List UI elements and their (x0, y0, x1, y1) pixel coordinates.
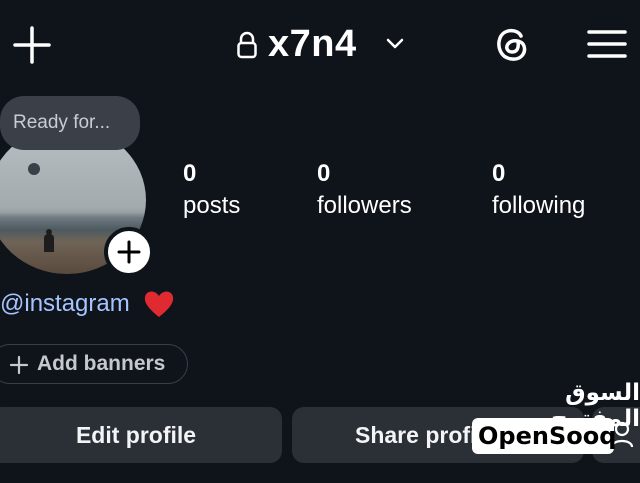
stat-posts[interactable]: 0 posts (183, 160, 240, 220)
threads-icon[interactable] (492, 24, 532, 64)
stat-value: 0 (317, 160, 331, 187)
stat-value: 0 (183, 160, 197, 187)
plus-icon (13, 26, 51, 64)
add-banners-button[interactable]: Add banners (0, 344, 188, 384)
chevron-down-icon[interactable] (384, 35, 406, 53)
hamburger-menu-icon[interactable] (586, 26, 628, 62)
plus-icon (9, 355, 29, 375)
lock-icon (236, 31, 258, 59)
add-story-button[interactable] (104, 227, 154, 277)
note-bubble-tail (28, 163, 40, 175)
heart-icon (143, 289, 175, 319)
stat-following[interactable]: 0 following (492, 160, 585, 220)
stat-label: followers (317, 192, 412, 219)
create-button[interactable] (12, 25, 52, 65)
username-title[interactable]: x7n4 (268, 22, 357, 66)
stat-value: 0 (492, 160, 506, 187)
stat-followers[interactable]: 0 followers (317, 160, 412, 220)
note-bubble[interactable]: Ready for... (0, 96, 140, 150)
bio-link[interactable]: @instagram (0, 290, 130, 318)
stat-label: following (492, 192, 586, 219)
stat-label: posts (183, 192, 241, 219)
plus-icon (117, 240, 141, 264)
note-text: Ready for... (13, 112, 111, 133)
edit-profile-button[interactable]: Edit profile (0, 407, 282, 463)
watermark-latin: OpenSooq (478, 422, 617, 450)
avatar-photo-figure-body (44, 234, 54, 252)
add-banners-label: Add banners (37, 352, 166, 375)
watermark-logo: OpenSooq (472, 418, 617, 454)
